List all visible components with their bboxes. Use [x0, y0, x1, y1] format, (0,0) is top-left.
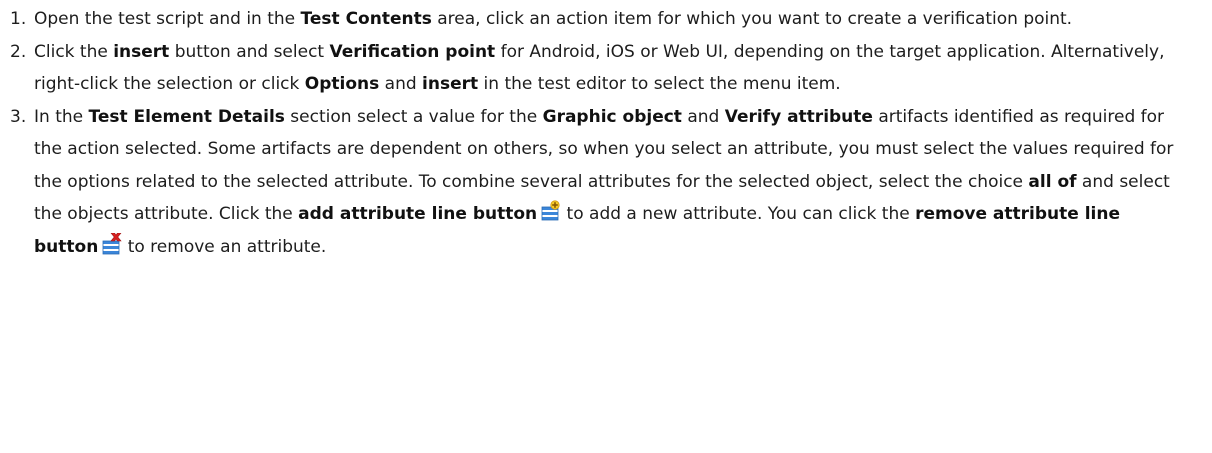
step-number: 1.	[10, 9, 27, 29]
text-run: to remove an attribute.	[122, 236, 327, 257]
ui-term-test-element-details: Test Element Details	[88, 106, 285, 127]
procedure-steps: 1. Open the test script and in the Test …	[0, 0, 1212, 263]
add-attribute-line-icon	[541, 200, 560, 222]
remove-attribute-line-icon	[102, 232, 122, 255]
text-run: In the	[34, 106, 89, 127]
text-run: in the test editor to select the menu it…	[478, 74, 841, 94]
text-run: Click the	[34, 41, 114, 62]
text-run: to add a new attribute. You can click th…	[561, 204, 916, 224]
step-number: 2.	[10, 41, 27, 62]
step-text: Click the insert button and select Verif…	[34, 36, 1182, 101]
step-text: Open the test script and in the Test Con…	[34, 3, 1182, 36]
text-run: Open the test script and in the	[34, 9, 301, 29]
ui-term-verify-attribute: Verify attribute	[724, 106, 873, 127]
ui-term-insert: insert	[113, 41, 170, 62]
step-3: 3. In the Test Element Details section s…	[10, 101, 1182, 264]
step-text: In the Test Element Details section sele…	[34, 101, 1182, 264]
step-1: 1. Open the test script and in the Test …	[10, 3, 1182, 36]
text-run: section select a value for the	[284, 106, 543, 127]
step-2: 2. Click the insert button and select Ve…	[10, 36, 1182, 101]
ui-term-options: Options	[304, 74, 380, 94]
ui-term-test-contents: Test Contents	[300, 9, 432, 29]
text-run: and	[379, 74, 423, 94]
text-run: and	[681, 106, 725, 127]
ui-term-graphic-object: Graphic object	[542, 106, 682, 127]
ui-term-all-of: all of	[1028, 171, 1077, 192]
ui-term-insert: insert	[422, 74, 479, 94]
step-number: 3.	[10, 106, 27, 127]
ui-term-add-attribute-line-button: add attribute line button	[298, 204, 538, 224]
text-run: button and select	[169, 41, 330, 62]
text-run: area, click an action item for which you…	[431, 9, 1073, 29]
ui-term-verification-point: Verification point	[329, 41, 496, 62]
